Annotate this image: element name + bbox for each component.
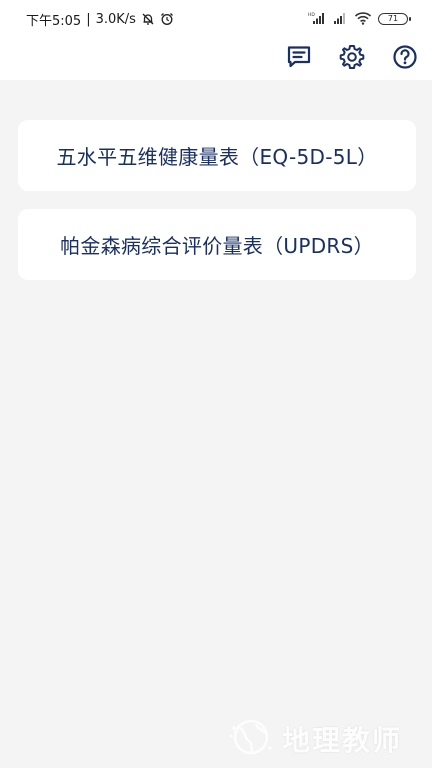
- scale-card-updrs[interactable]: 帕金森病综合评价量表（UPDRS）: [18, 209, 416, 280]
- settings-button[interactable]: [336, 41, 368, 73]
- watermark-text: 地理教师: [282, 724, 403, 757]
- scale-list: 五水平五维健康量表（EQ-5D-5L） 帕金森病综合评价量表（UPDRS）: [0, 80, 432, 768]
- toolbar: [0, 38, 432, 80]
- status-right: HD 71: [308, 9, 411, 29]
- app-screen: 下午5:05 | 3.0K/s HD 71 五水平五维健康量表（EQ-5D-5L…: [0, 0, 432, 768]
- message-icon: [286, 44, 312, 70]
- watermark: 地理教师: [226, 714, 426, 764]
- help-button[interactable]: [389, 41, 421, 73]
- globe-logo-icon: [226, 714, 276, 764]
- alarm-icon: [160, 12, 174, 26]
- cell-signal-hd-icon: HD: [308, 10, 326, 29]
- battery-icon: 71: [378, 13, 411, 25]
- cell-signal-icon: [332, 10, 348, 29]
- bell-off-icon: [141, 12, 155, 26]
- status-time: 下午5:05: [26, 13, 82, 29]
- status-bar: 下午5:05 | 3.0K/s HD 71: [0, 0, 432, 38]
- scale-card-label: 帕金森病综合评价量表（UPDRS）: [60, 234, 374, 258]
- battery-level: 71: [387, 14, 399, 23]
- scale-card-label: 五水平五维健康量表（EQ-5D-5L）: [56, 145, 378, 169]
- message-button[interactable]: [283, 41, 315, 73]
- status-left: 下午5:05 | 3.0K/s: [26, 10, 174, 29]
- help-icon: [392, 44, 418, 70]
- wifi-icon: [354, 10, 372, 29]
- gear-icon: [339, 44, 365, 70]
- scale-card-eq5d5l[interactable]: 五水平五维健康量表（EQ-5D-5L）: [18, 120, 416, 191]
- top-area: 下午5:05 | 3.0K/s HD 71: [0, 0, 432, 80]
- status-separator: |: [86, 11, 91, 27]
- svg-text:HD: HD: [308, 12, 315, 18]
- status-net-speed: 3.0K/s: [95, 11, 136, 27]
